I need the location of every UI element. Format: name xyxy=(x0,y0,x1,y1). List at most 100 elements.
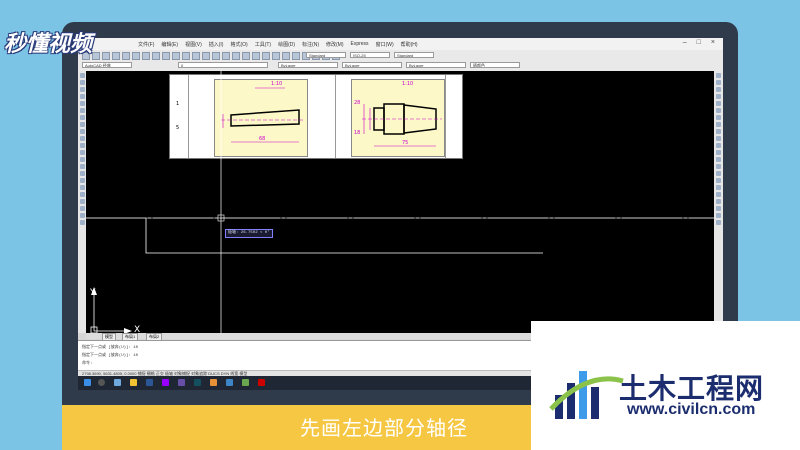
menu-item[interactable]: 窗口(W) xyxy=(376,41,394,48)
tool-button-icon[interactable] xyxy=(79,157,85,162)
photoshop-icon[interactable] xyxy=(146,379,153,386)
tool-button-icon[interactable] xyxy=(716,185,721,190)
tool-button-icon[interactable] xyxy=(716,115,721,120)
toolbar-button-icon[interactable] xyxy=(202,52,210,60)
tool-button-icon[interactable] xyxy=(716,213,721,218)
maximize-icon[interactable]: □ xyxy=(697,39,701,46)
toolbar-button-icon[interactable] xyxy=(232,52,240,60)
toolbar-button-icon[interactable] xyxy=(272,52,280,60)
tool-button-icon[interactable] xyxy=(79,171,85,176)
toolbar-button-icon[interactable] xyxy=(112,52,120,60)
tool-button-icon[interactable] xyxy=(716,143,721,148)
toolbar-button-icon[interactable] xyxy=(262,52,270,60)
chrome-icon[interactable] xyxy=(210,379,217,386)
minimize-icon[interactable]: – xyxy=(683,39,687,46)
tool-button-icon[interactable] xyxy=(79,199,85,204)
start-icon[interactable] xyxy=(84,379,91,386)
linetype-select[interactable]: ByLayer xyxy=(342,62,402,68)
toolbar-button-icon[interactable] xyxy=(172,52,180,60)
toolbar-button-icon[interactable] xyxy=(292,52,300,60)
dim-style-select[interactable]: ISO-25 xyxy=(350,52,390,58)
app-icon-1[interactable] xyxy=(226,379,233,386)
menu-item[interactable]: 工具(T) xyxy=(255,41,271,48)
menu-item[interactable]: 帮助(H) xyxy=(401,41,418,48)
aftereffects-icon[interactable] xyxy=(178,379,185,386)
tool-button-icon[interactable] xyxy=(716,192,721,197)
close-icon[interactable]: × xyxy=(711,39,715,46)
tool-button-icon[interactable] xyxy=(79,192,85,197)
tool-button-icon[interactable] xyxy=(79,122,85,127)
layer-select[interactable]: 0 xyxy=(178,62,268,68)
workspace-select[interactable]: AutoCAD 经典 xyxy=(82,62,132,68)
menu-item[interactable]: 视图(V) xyxy=(185,41,202,48)
toolbar-button-icon[interactable] xyxy=(162,52,170,60)
tool-button-icon[interactable] xyxy=(716,136,721,141)
toolbar-button-icon[interactable] xyxy=(122,52,130,60)
tool-button-icon[interactable] xyxy=(716,73,721,78)
tool-button-icon[interactable] xyxy=(79,101,85,106)
tool-button-icon[interactable] xyxy=(716,220,721,225)
toolbar-button-icon[interactable] xyxy=(282,52,290,60)
tool-button-icon[interactable] xyxy=(716,178,721,183)
tool-button-icon[interactable] xyxy=(716,94,721,99)
text-style-select[interactable]: Standard xyxy=(306,52,346,58)
toolbar-button-icon[interactable] xyxy=(252,52,260,60)
tool-button-icon[interactable] xyxy=(79,143,85,148)
menu-item[interactable]: 标注(N) xyxy=(302,41,319,48)
tool-button-icon[interactable] xyxy=(716,122,721,127)
tool-button-icon[interactable] xyxy=(716,206,721,211)
tool-button-icon[interactable] xyxy=(716,80,721,85)
app-icon-2[interactable] xyxy=(242,379,249,386)
tool-button-icon[interactable] xyxy=(79,108,85,113)
tool-button-icon[interactable] xyxy=(79,178,85,183)
tool-button-icon[interactable] xyxy=(716,199,721,204)
toolbar-button-icon[interactable] xyxy=(182,52,190,60)
tool-button-icon[interactable] xyxy=(716,157,721,162)
tool-button-icon[interactable] xyxy=(79,115,85,120)
toolbar-button-icon[interactable] xyxy=(152,52,160,60)
tool-button-icon[interactable] xyxy=(79,80,85,85)
folder-icon[interactable] xyxy=(130,379,137,386)
tool-button-icon[interactable] xyxy=(79,220,85,225)
premiere-icon[interactable] xyxy=(162,379,169,386)
tool-button-icon[interactable] xyxy=(79,150,85,155)
tool-button-icon[interactable] xyxy=(79,94,85,99)
menu-item[interactable]: 文件(F) xyxy=(138,41,154,48)
tool-button-icon[interactable] xyxy=(716,171,721,176)
tool-button-icon[interactable] xyxy=(79,136,85,141)
color-select[interactable]: ByLayer xyxy=(278,62,338,68)
toolbar-button-icon[interactable] xyxy=(242,52,250,60)
toolbar-button-icon[interactable] xyxy=(192,52,200,60)
command-prompt[interactable]: 命令: xyxy=(82,360,92,366)
toolbar-button-icon[interactable] xyxy=(102,52,110,60)
menu-item[interactable]: 格式(O) xyxy=(230,41,247,48)
tool-button-icon[interactable] xyxy=(79,213,85,218)
tool-button-icon[interactable] xyxy=(716,164,721,169)
toolbar-button-icon[interactable] xyxy=(212,52,220,60)
plotstyle-select[interactable]: 随颜色 xyxy=(470,62,520,68)
menu-item[interactable]: Express xyxy=(351,41,369,48)
tool-button-icon[interactable] xyxy=(716,150,721,155)
menu-item[interactable]: 编辑(E) xyxy=(161,41,178,48)
table-style-select[interactable]: Standard xyxy=(394,52,434,58)
tool-button-icon[interactable] xyxy=(79,206,85,211)
edge-icon[interactable] xyxy=(114,379,121,386)
toolbar-button-icon[interactable] xyxy=(222,52,230,60)
tool-button-icon[interactable] xyxy=(79,164,85,169)
toolbar-button-icon[interactable] xyxy=(142,52,150,60)
lineweight-select[interactable]: ByLayer xyxy=(406,62,466,68)
tool-button-icon[interactable] xyxy=(716,87,721,92)
audition-icon[interactable] xyxy=(194,379,201,386)
menu-item[interactable]: 绘图(D) xyxy=(278,41,295,48)
tool-button-icon[interactable] xyxy=(716,129,721,134)
menu-item[interactable]: 插入(I) xyxy=(209,41,224,48)
tool-button-icon[interactable] xyxy=(79,87,85,92)
menu-item[interactable]: 修改(M) xyxy=(326,41,344,48)
toolbar-button-icon[interactable] xyxy=(92,52,100,60)
tool-button-icon[interactable] xyxy=(79,185,85,190)
tool-button-icon[interactable] xyxy=(79,73,85,78)
toolbar-button-icon[interactable] xyxy=(132,52,140,60)
tool-button-icon[interactable] xyxy=(79,129,85,134)
autocad-taskbar-icon[interactable] xyxy=(258,379,265,386)
tool-button-icon[interactable] xyxy=(716,108,721,113)
